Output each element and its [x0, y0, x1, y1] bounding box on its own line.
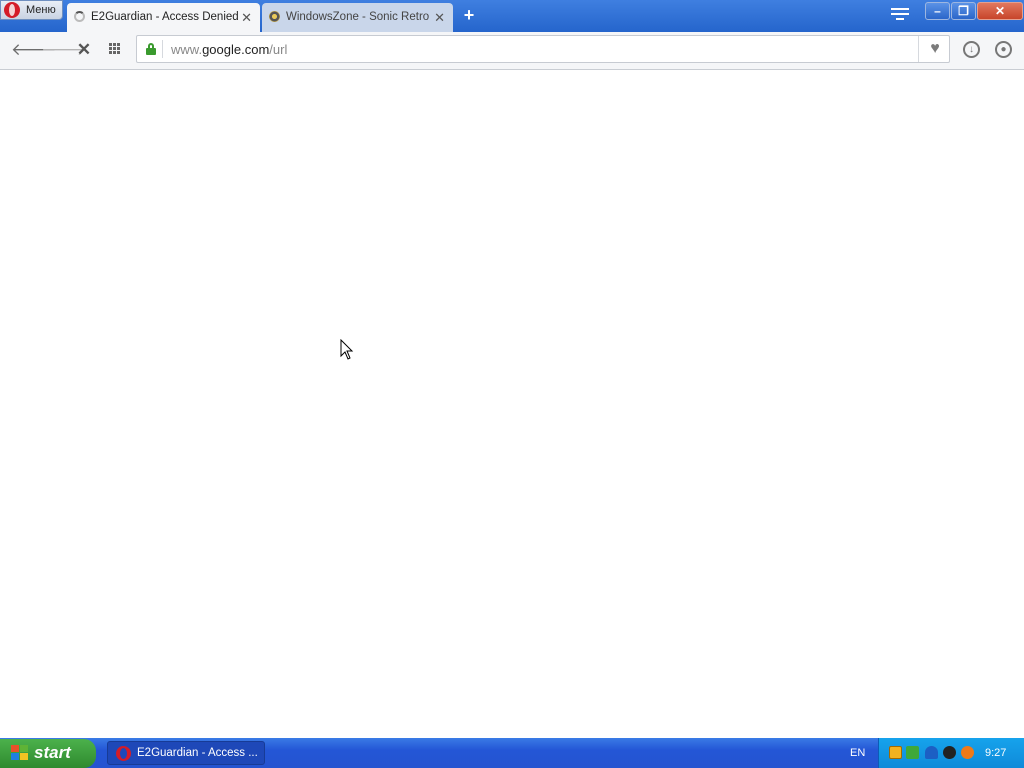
- url-path: /url: [269, 42, 288, 57]
- user-icon[interactable]: ●: [995, 41, 1012, 58]
- opera-logo-icon: [4, 2, 20, 18]
- tray-search-icon[interactable]: [961, 746, 974, 759]
- tray-sync-icon[interactable]: [943, 746, 956, 759]
- tab-menu-icon[interactable]: [891, 8, 909, 24]
- address-bar[interactable]: www.google.com/url ♥: [136, 35, 950, 63]
- tab-close-icon[interactable]: ✕: [434, 4, 445, 31]
- mouse-cursor-icon: [340, 339, 354, 360]
- arrow-left-icon[interactable]: 🡐: [11, 40, 57, 60]
- minimize-button[interactable]: –: [925, 2, 950, 20]
- tab-title: WindowsZone - Sonic Retro: [286, 11, 430, 23]
- tray-app-icon[interactable]: [889, 746, 902, 759]
- tab-windowszone[interactable]: WindowsZone - Sonic Retro ✕: [262, 3, 453, 32]
- tray-shield-icon[interactable]: [906, 746, 919, 759]
- menu-label: Меню: [26, 4, 56, 16]
- taskbar-item-opera[interactable]: E2Guardian - Access ...: [107, 741, 265, 765]
- heart-divider: [918, 36, 919, 62]
- system-tray: 9:27: [878, 738, 1024, 768]
- windows-logo-icon: [11, 745, 29, 762]
- download-icon[interactable]: ↓: [963, 41, 980, 58]
- stop-loading-icon[interactable]: ✕: [74, 40, 94, 60]
- speed-dial-grid-icon[interactable]: [109, 43, 123, 57]
- url-text[interactable]: www.google.com/url: [171, 42, 287, 57]
- language-indicator[interactable]: EN: [850, 738, 865, 768]
- browser-title-bar: Меню E2Guardian - Access Denied ✕ Window…: [0, 0, 1024, 32]
- page-content: [0, 70, 1024, 738]
- taskbar: start E2Guardian - Access ... EN 9:27: [0, 738, 1024, 768]
- tray-network-icon[interactable]: [925, 746, 938, 759]
- arrow-right-icon[interactable]: 🡒: [41, 40, 87, 60]
- close-window-button[interactable]: ✕: [977, 2, 1023, 20]
- sonic-retro-favicon-icon: [269, 11, 280, 22]
- loading-spinner-icon: [74, 11, 85, 22]
- restore-button[interactable]: ❐: [951, 2, 976, 20]
- tab-title: E2Guardian - Access Denied: [91, 11, 239, 23]
- url-divider: [162, 40, 163, 58]
- new-tab-icon[interactable]: +: [460, 6, 478, 24]
- browser-toolbar: 🡐 🡒 ✕ www.google.com/url ♥ ↓ ●: [0, 32, 1024, 70]
- url-prefix: www.: [171, 42, 203, 57]
- clock[interactable]: 9:27: [985, 738, 1006, 768]
- opera-menu-button[interactable]: Меню: [0, 0, 63, 20]
- start-label: start: [34, 743, 71, 762]
- heart-icon[interactable]: ♥: [927, 41, 943, 57]
- start-button[interactable]: start: [0, 739, 96, 768]
- lock-icon[interactable]: [146, 43, 156, 55]
- opera-icon: [116, 746, 131, 761]
- tab-e2guardian[interactable]: E2Guardian - Access Denied ✕: [67, 3, 260, 32]
- taskbar-item-label: E2Guardian - Access ...: [137, 747, 258, 759]
- url-domain: google.com: [202, 42, 270, 57]
- tab-close-icon[interactable]: ✕: [241, 4, 252, 31]
